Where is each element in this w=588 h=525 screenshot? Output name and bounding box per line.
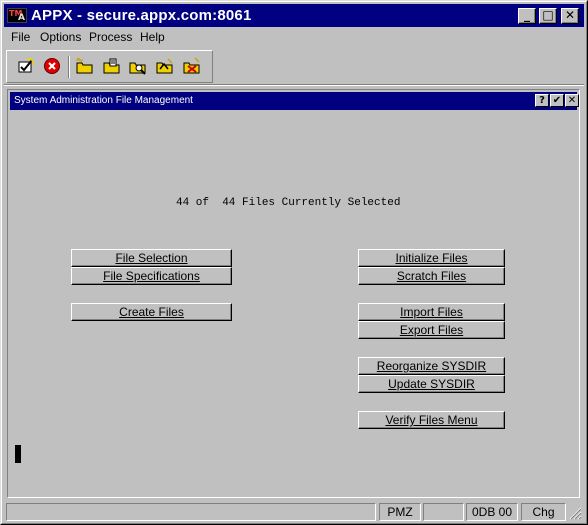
menu-bar: File Options Process Help <box>4 28 584 47</box>
initialize-files-button[interactable]: Initialize Files <box>358 249 505 267</box>
verify-files-menu-button[interactable]: Verify Files Menu <box>358 411 505 429</box>
folder-flag-icon[interactable] <box>155 57 175 75</box>
close-button[interactable]: ✕ <box>561 8 579 24</box>
new-folder-icon[interactable] <box>75 57 95 75</box>
cancel-icon[interactable] <box>43 57 63 75</box>
folder-delete-icon[interactable] <box>182 57 202 75</box>
status-pane-message <box>6 503 376 521</box>
create-files-button[interactable]: Create Files <box>71 303 232 321</box>
open-folder-icon[interactable] <box>102 57 122 75</box>
status-pane-mode: Chg <box>521 503 566 521</box>
import-files-button[interactable]: Import Files <box>358 303 505 321</box>
scratch-files-button[interactable]: Scratch Files <box>358 267 505 285</box>
child-title-bar[interactable]: System Administration File Management ? … <box>10 92 579 110</box>
toolbar-separator <box>68 56 70 78</box>
maximize-button[interactable]: □ <box>539 8 557 24</box>
file-specifications-button[interactable]: File Specifications <box>71 267 232 285</box>
menu-process[interactable]: Process <box>89 30 132 45</box>
check-button[interactable]: ✔ <box>550 94 564 107</box>
toolbar-divider <box>4 84 584 86</box>
reorganize-sysdir-button[interactable]: Reorganize SYSDIR <box>358 357 505 375</box>
selection-status-text: 44 of 44 Files Currently Selected <box>176 197 401 209</box>
status-pane-empty <box>423 503 464 521</box>
file-management-window: System Administration File Management ? … <box>7 89 580 498</box>
title-bar[interactable]: TM A APPX - secure.appx.com:8061 _ □ ✕ <box>4 4 584 27</box>
window-title: APPX - secure.appx.com:8061 <box>31 7 252 24</box>
ok-icon[interactable] <box>17 57 37 75</box>
child-window-title: System Administration File Management <box>14 95 193 106</box>
resize-grip-icon[interactable] <box>569 507 582 520</box>
update-sysdir-button[interactable]: Update SYSDIR <box>358 375 505 393</box>
status-pane-database: 0DB 00 <box>466 503 518 521</box>
toolbar <box>6 50 213 83</box>
file-selection-button[interactable]: File Selection <box>71 249 232 267</box>
logo-text-2: A <box>18 13 25 23</box>
text-cursor <box>15 445 21 463</box>
menu-options[interactable]: Options <box>40 30 81 45</box>
child-close-button[interactable]: ✕ <box>565 94 579 107</box>
export-files-button[interactable]: Export Files <box>358 321 505 339</box>
menu-file[interactable]: File <box>11 30 30 45</box>
status-pane-user: PMZ <box>379 503 421 521</box>
appx-logo-icon[interactable]: TM A <box>7 8 27 23</box>
help-button[interactable]: ? <box>535 94 549 107</box>
app-window: TM A APPX - secure.appx.com:8061 _ □ ✕ F… <box>0 0 588 525</box>
search-folder-icon[interactable] <box>128 57 148 75</box>
minimize-button[interactable]: _ <box>518 8 536 24</box>
menu-help[interactable]: Help <box>140 30 165 45</box>
status-bar: PMZ 0DB 00 Chg <box>4 501 584 522</box>
